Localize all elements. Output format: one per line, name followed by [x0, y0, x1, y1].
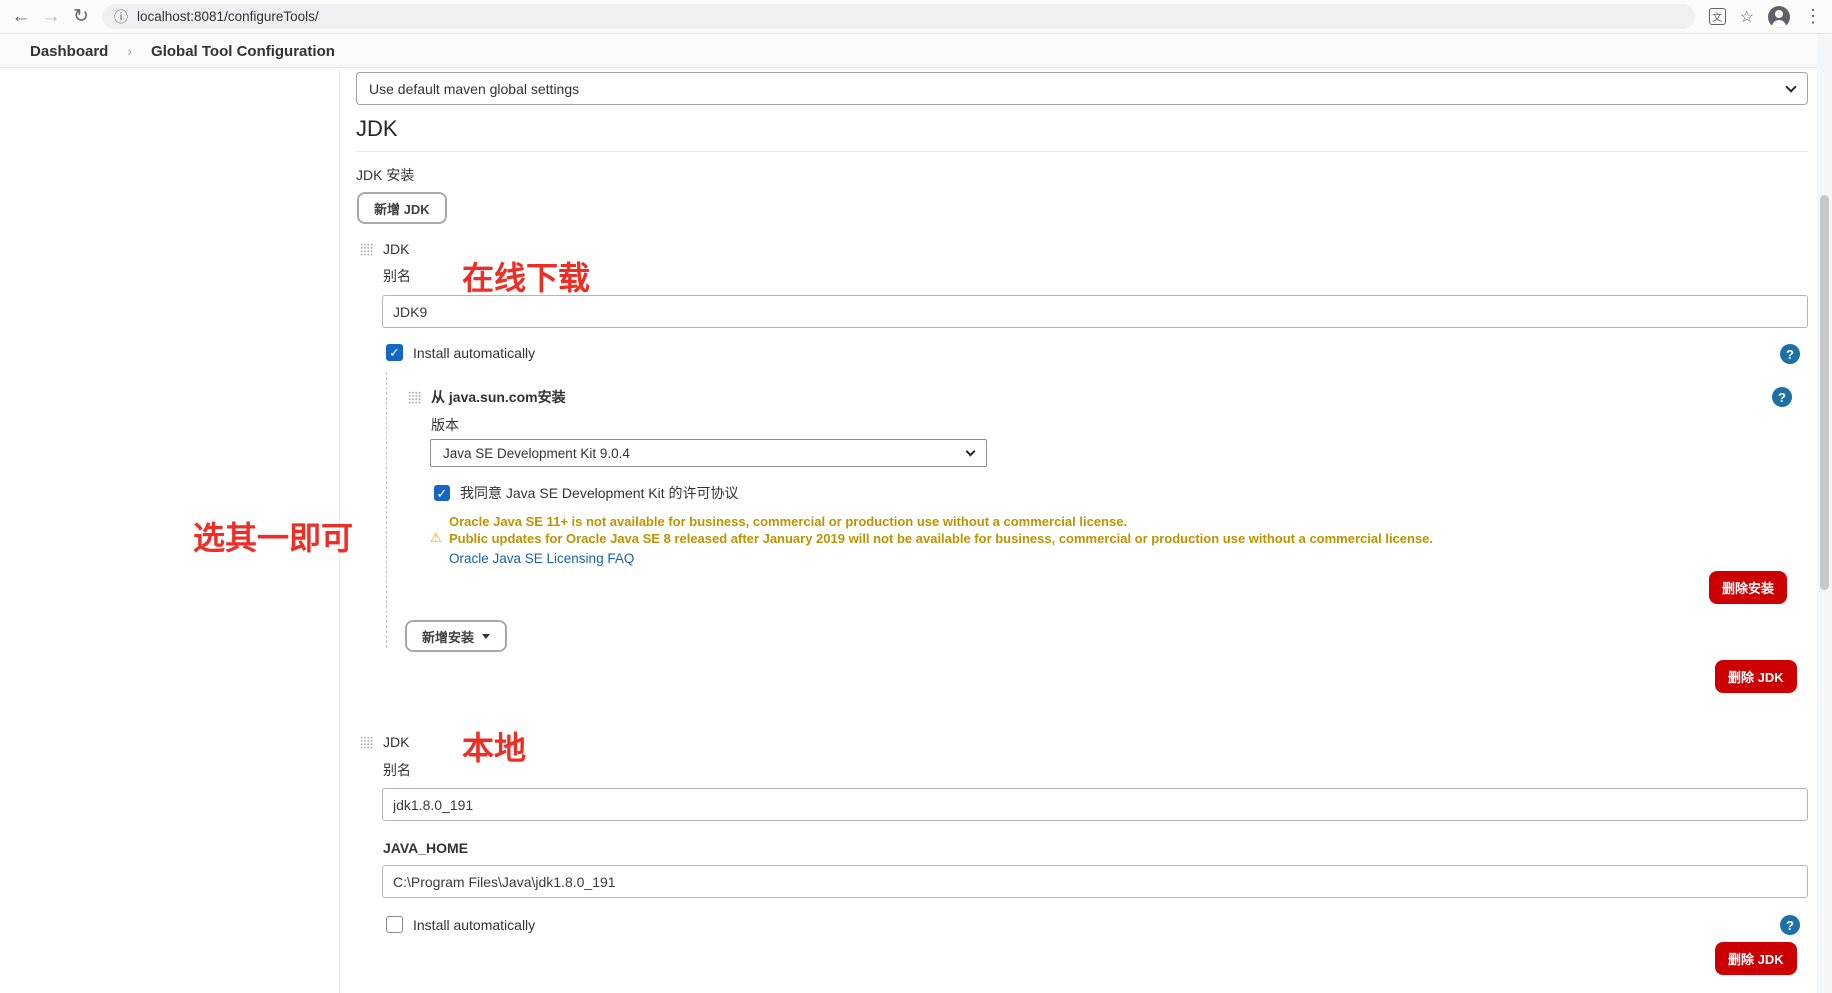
oracle-license-warning: ⚠ Oracle Java SE 11+ is not available fo… [430, 513, 1832, 567]
jdk-entry-header: JDK [360, 734, 409, 750]
install-automatically-checkbox[interactable] [386, 916, 403, 933]
avatar-body [1772, 19, 1786, 28]
version-label: 版本 [431, 417, 459, 433]
warning-line-2: Public updates for Oracle Java SE 8 rele… [449, 531, 1434, 546]
jdk-version-value: Java SE Development Kit 9.0.4 [443, 445, 630, 461]
drag-handle-icon[interactable] [360, 242, 373, 256]
browser-toolbar: ← → ↻ ⓘ localhost:8081/configureTools/ 文… [0, 0, 1832, 34]
browser-window: ← → ↻ ⓘ localhost:8081/configureTools/ 文… [0, 0, 1832, 993]
url-text[interactable]: localhost:8081/configureTools/ [137, 9, 319, 24]
license-agree-row: ✓ 我同意 Java SE Development Kit 的许可协议 [434, 483, 739, 503]
java-home-input[interactable] [382, 865, 1808, 898]
license-agree-label[interactable]: 我同意 Java SE Development Kit 的许可协议 [460, 483, 739, 503]
reload-icon[interactable]: ↻ [66, 5, 96, 28]
page-info-icon[interactable]: ⓘ [114, 7, 128, 27]
section-divider [356, 151, 1808, 152]
help-icon[interactable]: ? [1780, 915, 1800, 935]
annotation-choose-one: 选其一即可 [193, 520, 354, 556]
delete-installer-button[interactable]: 删除安装 [1709, 571, 1788, 604]
tree-connector [386, 372, 387, 648]
drag-handle-icon[interactable] [408, 390, 421, 404]
delete-jdk-button[interactable]: 删除 JDK [1715, 660, 1797, 693]
maven-global-settings-value: Use default maven global settings [369, 80, 580, 97]
breadcrumb-dashboard[interactable]: Dashboard [30, 43, 108, 60]
address-bar[interactable]: ⓘ localhost:8081/configureTools/ [102, 4, 1695, 29]
jdk-entry-type-label: JDK [383, 734, 410, 750]
annotation-online-download: 在线下载 [462, 260, 591, 296]
license-agree-checkbox[interactable]: ✓ [434, 485, 450, 501]
breadcrumb-current-page: Global Tool Configuration [151, 42, 335, 60]
bookmark-star-icon[interactable]: ☆ [1740, 7, 1754, 27]
scrollbar-track[interactable] [1817, 35, 1832, 993]
breadcrumb-chevron-icon: › [127, 43, 133, 59]
translate-icon[interactable]: 文 [1708, 8, 1726, 25]
java-home-label: JAVA_HOME [383, 840, 469, 856]
jdk-entry-type-label: JDK [383, 241, 410, 257]
jdk-version-select[interactable]: Java SE Development Kit 9.0.4 [430, 439, 987, 467]
install-automatically-row: Install automatically [386, 916, 535, 933]
add-installer-label: 新增安装 [422, 629, 475, 645]
alias-input[interactable] [382, 295, 1808, 328]
chevron-down-icon [965, 446, 976, 456]
add-jdk-button[interactable]: 新增 JDK [357, 192, 447, 224]
help-icon[interactable]: ? [1780, 344, 1800, 364]
alias-label: 别名 [383, 268, 411, 284]
installer-title: 从 java.sun.com安装 [431, 389, 566, 405]
scrollbar-thumb[interactable] [1820, 195, 1829, 590]
alias-input[interactable] [382, 788, 1808, 821]
jdk-installations-label: JDK 安装 [356, 167, 415, 183]
install-automatically-checkbox[interactable]: ✓ [386, 344, 403, 361]
alias-label: 别名 [383, 762, 411, 778]
help-icon[interactable]: ? [1772, 387, 1792, 407]
install-automatically-label[interactable]: Install automatically [413, 345, 535, 361]
profile-avatar[interactable] [1768, 5, 1790, 28]
installer-header: 从 java.sun.com安装 [408, 387, 566, 407]
maven-global-settings-select[interactable]: Use default maven global settings [356, 72, 1808, 105]
jdk-entry-header: JDK [360, 241, 409, 257]
warning-line-1: Oracle Java SE 11+ is not available for … [449, 514, 1128, 529]
caret-down-icon [482, 633, 491, 639]
jdk-section-title: JDK [356, 116, 398, 141]
chevron-down-icon [1785, 80, 1797, 93]
add-installer-button[interactable]: 新增安装 [405, 620, 508, 652]
back-icon[interactable]: ← [6, 6, 36, 28]
install-automatically-label[interactable]: Install automatically [413, 917, 535, 933]
annotation-local: 本地 [462, 730, 527, 766]
browser-menu-icon[interactable]: ⋮ [1804, 6, 1822, 27]
delete-jdk-button[interactable]: 删除 JDK [1715, 942, 1797, 975]
install-automatically-row: ✓ Install automatically [386, 344, 535, 361]
warning-triangle-icon: ⚠ [430, 530, 442, 545]
avatar-head [1775, 9, 1783, 18]
forward-icon[interactable]: → [36, 6, 66, 28]
toolbar-right: 文 ☆ ⋮ [1708, 5, 1832, 28]
oracle-licensing-faq-link[interactable]: Oracle Java SE Licensing FAQ [449, 550, 634, 567]
drag-handle-icon[interactable] [360, 735, 373, 749]
breadcrumb: Dashboard › Global Tool Configuration [0, 35, 1832, 68]
